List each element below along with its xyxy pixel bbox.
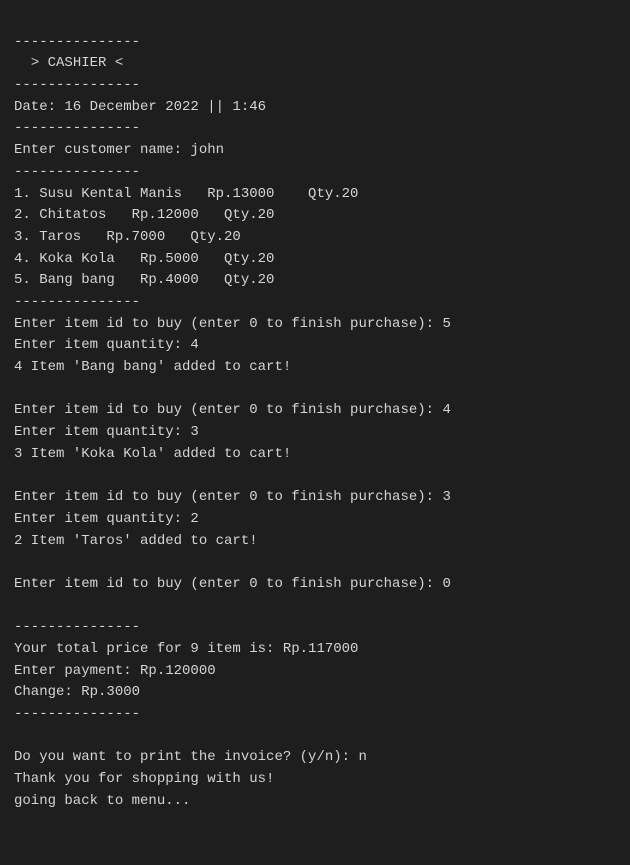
- terminal-line: Enter item id to buy (enter 0 to finish …: [14, 487, 616, 509]
- terminal-line: Enter item quantity: 2: [14, 509, 616, 531]
- terminal-line: 3 Item 'Koka Kola' added to cart!: [14, 444, 616, 466]
- terminal-line: ---------------: [14, 162, 616, 184]
- terminal-line: Thank you for shopping with us!: [14, 769, 616, 791]
- terminal-line: Enter item id to buy (enter 0 to finish …: [14, 314, 616, 336]
- terminal-line: going back to menu...: [14, 791, 616, 813]
- terminal-line: ---------------: [14, 617, 616, 639]
- terminal-line: Enter item id to buy (enter 0 to finish …: [14, 400, 616, 422]
- terminal-line: Do you want to print the invoice? (y/n):…: [14, 747, 616, 769]
- terminal-line: Enter item quantity: 4: [14, 335, 616, 357]
- terminal-line: [14, 726, 616, 748]
- terminal-line: Enter customer name: john: [14, 140, 616, 162]
- terminal-line: ---------------: [14, 118, 616, 140]
- terminal-line: 4. Koka Kola Rp.5000 Qty.20: [14, 249, 616, 271]
- terminal-line: 2. Chitatos Rp.12000 Qty.20: [14, 205, 616, 227]
- terminal-line: > CASHIER <: [14, 53, 616, 75]
- terminal-line: Your total price for 9 item is: Rp.11700…: [14, 639, 616, 661]
- terminal-line: 1. Susu Kental Manis Rp.13000 Qty.20: [14, 184, 616, 206]
- terminal-line: Enter item quantity: 3: [14, 422, 616, 444]
- terminal-line: [14, 465, 616, 487]
- terminal-line: Change: Rp.3000: [14, 682, 616, 704]
- terminal-line: ---------------: [14, 75, 616, 97]
- terminal-line: [14, 596, 616, 618]
- terminal-line: Date: 16 December 2022 || 1:46: [14, 97, 616, 119]
- terminal-line: ---------------: [14, 32, 616, 54]
- terminal-line: 3. Taros Rp.7000 Qty.20: [14, 227, 616, 249]
- terminal-line: ---------------: [14, 704, 616, 726]
- terminal-output: --------------- > CASHIER <-------------…: [14, 10, 616, 812]
- terminal-line: 4 Item 'Bang bang' added to cart!: [14, 357, 616, 379]
- terminal-line: Enter item id to buy (enter 0 to finish …: [14, 574, 616, 596]
- terminal-line: [14, 379, 616, 401]
- terminal-line: 5. Bang bang Rp.4000 Qty.20: [14, 270, 616, 292]
- terminal-line: [14, 552, 616, 574]
- terminal-line: Enter payment: Rp.120000: [14, 661, 616, 683]
- terminal-line: 2 Item 'Taros' added to cart!: [14, 531, 616, 553]
- terminal-line: ---------------: [14, 292, 616, 314]
